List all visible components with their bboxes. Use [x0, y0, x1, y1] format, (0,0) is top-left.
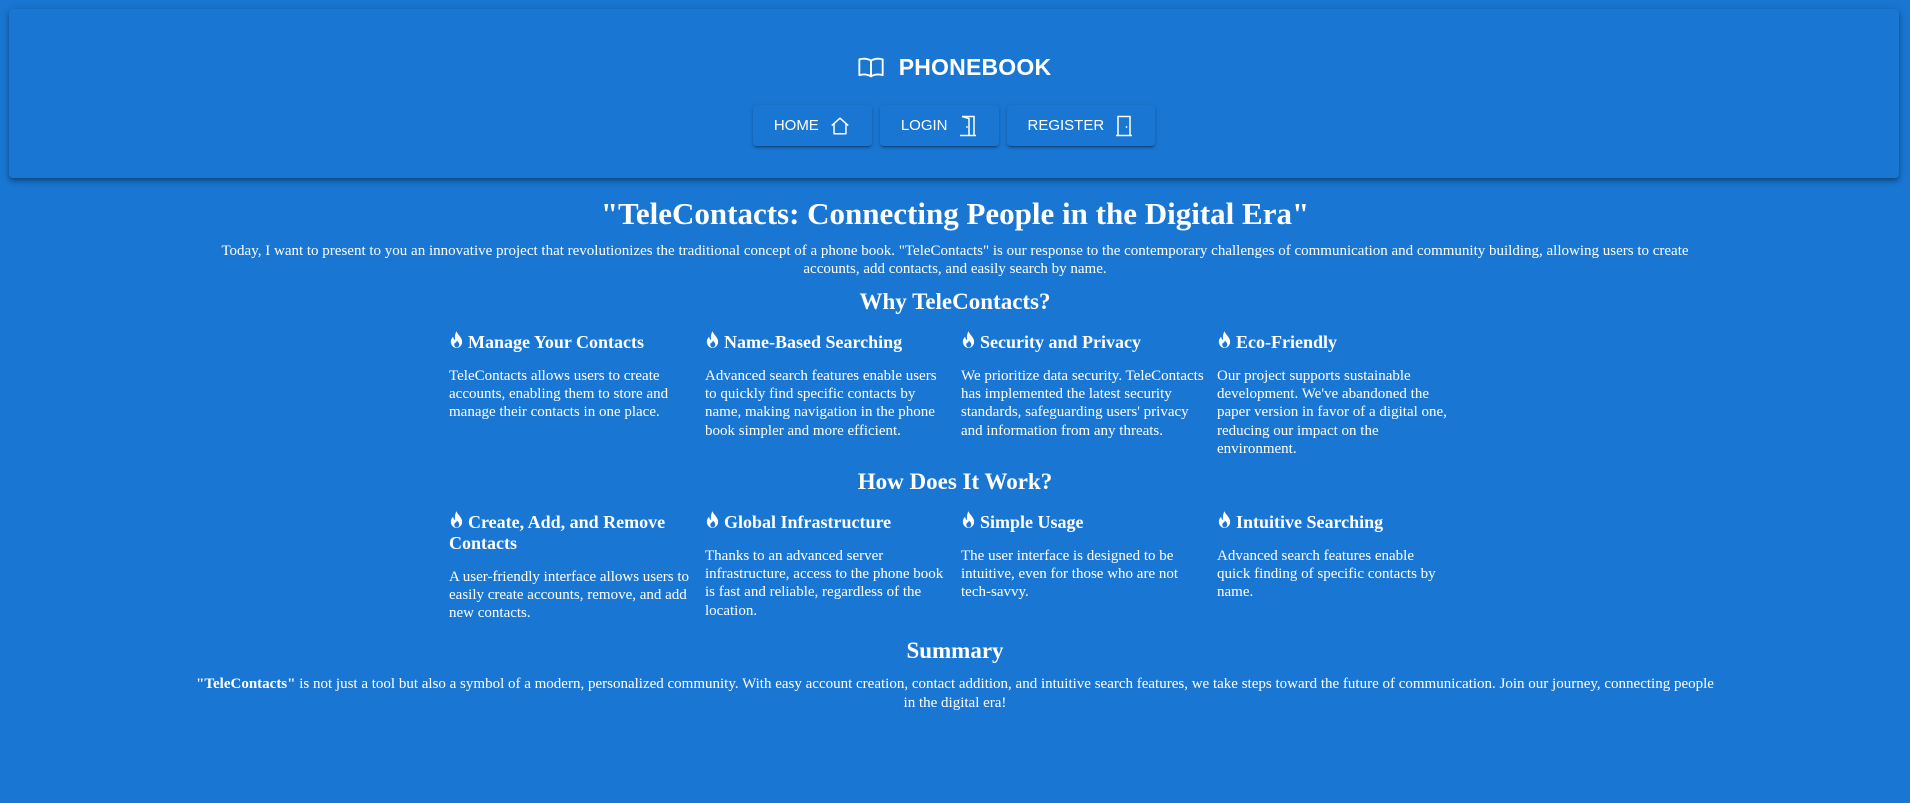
why-section-title: Why TeleContacts? [859, 289, 1051, 315]
feature-title: Global Infrastructure [705, 510, 949, 533]
how-features: Create, Add, and Remove Contacts A user-… [449, 496, 1461, 623]
why-features: Manage Your Contacts TeleContacts allows… [449, 316, 1461, 458]
summary-text: is not just a tool but also a symbol of … [295, 676, 1714, 711]
feature-card: Eco-Friendly Our project supports sustai… [1217, 316, 1461, 458]
feature-card: Intuitive Searching Advanced search feat… [1217, 496, 1461, 623]
how-section-title: How Does It Work? [857, 469, 1053, 495]
feature-title-text: Simple Usage [980, 511, 1084, 532]
feature-title-text: Create, Add, and Remove Contacts [449, 511, 666, 553]
feature-title: Intuitive Searching [1217, 510, 1449, 533]
feature-card: Create, Add, and Remove Contacts A user-… [449, 496, 705, 623]
feature-card: Global Infrastructure Thanks to an advan… [705, 496, 961, 623]
summary-paragraph: "TeleContacts" is not just a tool but al… [195, 675, 1715, 712]
feature-card: Security and Privacy We prioritize data … [961, 316, 1217, 458]
feature-text: The user interface is designed to be int… [961, 547, 1179, 601]
feature-title: Eco-Friendly [1217, 330, 1449, 353]
feature-title: Create, Add, and Remove Contacts [449, 510, 693, 554]
main-nav: HOME LOGIN REGISTER [9, 105, 1899, 146]
feature-title-text: Name-Based Searching [724, 331, 903, 352]
feature-card: Name-Based Searching Advanced search fea… [705, 316, 961, 458]
feature-title: Simple Usage [961, 510, 1205, 533]
flame-icon [450, 510, 463, 528]
feature-title: Name-Based Searching [705, 330, 949, 353]
flame-icon [706, 330, 719, 348]
home-button[interactable]: HOME [752, 105, 872, 146]
register-button[interactable]: REGISTER [1006, 105, 1156, 146]
summary-lead: "TeleContacts" [196, 676, 296, 693]
feature-text: We prioritize data security. TeleContact… [961, 367, 1204, 439]
feature-text: A user-friendly interface allows users t… [449, 568, 690, 622]
feature-title: Security and Privacy [961, 330, 1205, 353]
feature-text: Thanks to an advanced server infrastruct… [705, 547, 944, 619]
intro-paragraph: Today, I want to present to you an innov… [221, 243, 1689, 278]
home-button-label: HOME [773, 117, 819, 134]
feature-title-text: Global Infrastructure [724, 511, 892, 532]
feature-card: Simple Usage The user interface is desig… [961, 496, 1217, 623]
login-button-label: LOGIN [900, 117, 948, 134]
main-content: "TeleContacts: Connecting People in the … [0, 178, 1910, 712]
feature-text: Advanced search features enable users to… [705, 367, 937, 439]
flame-icon [450, 330, 463, 348]
summary-title: Summary [906, 637, 1004, 663]
feature-text: Our project supports sustainable develop… [1217, 367, 1447, 457]
flame-icon [962, 330, 975, 348]
house-icon [831, 116, 849, 135]
feature-title-text: Intuitive Searching [1236, 511, 1384, 532]
flame-icon [1218, 510, 1231, 528]
register-button-label: REGISTER [1027, 117, 1105, 134]
feature-title-text: Manage Your Contacts [468, 331, 644, 352]
feature-title-text: Security and Privacy [980, 331, 1141, 352]
door-icon [1116, 115, 1133, 136]
feature-title: Manage Your Contacts [449, 330, 693, 353]
flame-icon [1218, 330, 1231, 348]
app-header: PHONEBOOK HOME LOGIN REGISTER [9, 9, 1899, 178]
page-title: "TeleContacts: Connecting People in the … [600, 196, 1310, 231]
login-button[interactable]: LOGIN [879, 105, 999, 146]
brand[interactable]: PHONEBOOK [9, 53, 1899, 81]
flame-icon [706, 510, 719, 528]
feature-title-text: Eco-Friendly [1236, 331, 1337, 352]
feature-card: Manage Your Contacts TeleContacts allows… [449, 316, 705, 458]
brand-title: PHONEBOOK [898, 53, 1052, 80]
door-icon [959, 115, 976, 136]
flame-icon [962, 510, 975, 528]
feature-text: TeleContacts allows users to create acco… [449, 367, 669, 421]
open-book-icon [858, 57, 884, 78]
feature-text: Advanced search features enable quick fi… [1217, 547, 1436, 601]
